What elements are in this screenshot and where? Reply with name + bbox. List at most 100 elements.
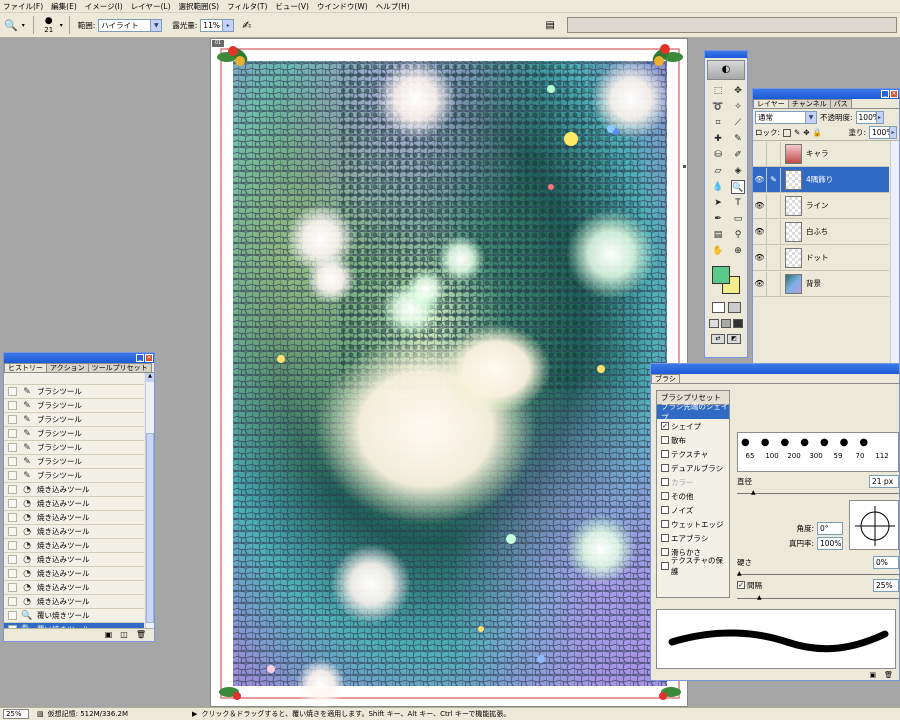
history-item[interactable]: ✎ ブラシツール [4,385,144,399]
history-item[interactable]: ◔ 焼き込みツール [4,581,144,595]
spacing-slider[interactable]: ▲ [737,592,899,601]
brush-option-checkbox[interactable] [661,492,669,500]
tab-history[interactable]: ヒストリー [4,363,47,372]
screen-mode-full-icon[interactable] [733,319,743,328]
screen-mode-standard-icon[interactable] [709,319,719,328]
hardness-slider[interactable]: ▲ [737,568,899,577]
history-item[interactable]: 🔍 覆い焼きツール [4,609,144,623]
brush-angle-widget[interactable] [849,500,899,550]
menu-item[interactable]: レイヤー(L) [131,1,171,12]
menu-item[interactable]: イメージ(I) [85,1,123,12]
history-state-checkbox[interactable] [8,527,17,536]
history-item[interactable]: ◔ 焼き込みツール [4,567,144,581]
info-arrow-icon[interactable]: ▶ [192,710,197,718]
brush-option[interactable]: デュアルブラシ [657,461,729,475]
brush-option[interactable]: テクスチャの保護 [657,556,729,576]
spacing-input[interactable]: 25% [873,578,899,592]
layers-scrollbar[interactable] [890,141,899,391]
eye-icon[interactable] [753,141,767,166]
dodge-tool-icon[interactable]: 🔍 [731,180,745,194]
history-item[interactable]: ◔ 焼き込みツール [4,483,144,497]
eye-icon[interactable]: 👁 [753,219,767,244]
brush-option[interactable]: その他 [657,489,729,503]
history-state-checkbox[interactable] [8,485,17,494]
quickmask-mode-icon[interactable] [727,302,741,313]
tab-history[interactable]: ツールプリセット [87,363,152,372]
menu-item[interactable]: 選択範囲(S) [179,1,220,12]
brush-option-checkbox[interactable] [661,450,669,458]
brush-option-checkbox[interactable] [661,436,669,444]
eraser-tool-icon[interactable]: ▱ [711,164,725,178]
history-state-checkbox[interactable] [8,457,17,466]
tab-history[interactable]: アクション [46,363,89,372]
close-icon[interactable]: × [145,354,153,362]
brush-option-checkbox[interactable] [661,534,669,542]
jump-to-imageready-icon[interactable]: ⇄ [711,334,725,344]
airbrush-icon[interactable]: ✍ [242,19,251,32]
link-icon[interactable] [767,193,781,218]
link-icon[interactable] [767,141,781,166]
shape-tool-icon[interactable]: ▭ [731,212,745,226]
file-browser-icon[interactable]: ▤ [546,20,555,31]
zoom-field[interactable]: 25% [3,709,29,719]
tools-titlebar[interactable] [705,51,747,58]
history-item[interactable]: ✎ ブラシツール [4,455,144,469]
canvas-resize-handle[interactable] [683,165,686,168]
tab-layers[interactable]: パス [829,99,852,108]
eyedropper-tool-icon[interactable]: ⚲ [731,228,745,242]
layers-titlebar[interactable]: _ × [753,89,899,99]
history-item[interactable]: ✎ ブラシツール [4,399,144,413]
angle-input[interactable]: 0° [817,521,843,535]
layer-row[interactable]: 👁 背景 [753,271,889,297]
history-item[interactable]: ◔ 焼き込みツール [4,511,144,525]
brush-option-checkbox[interactable] [661,520,669,528]
magic-wand-tool-icon[interactable]: ✧ [731,100,745,114]
history-state-checkbox[interactable] [8,429,17,438]
history-scrollbar[interactable]: ▲ [145,373,154,628]
history-item[interactable]: ◔ 焼き込みツール [4,595,144,609]
eye-icon[interactable]: 👁 [753,193,767,218]
history-item[interactable]: 🔍 覆い焼きツール [4,623,144,628]
hand-tool-icon[interactable]: ✋ [711,244,725,258]
diameter-slider[interactable]: ▲ [737,487,899,496]
paint-bucket-tool-icon[interactable]: ◈ [731,164,745,178]
history-state-checkbox[interactable] [8,499,17,508]
history-state-checkbox[interactable] [8,597,17,606]
history-state-checkbox[interactable] [8,401,17,410]
eye-icon[interactable]: 👁 [753,167,767,192]
slice-tool-icon[interactable]: ⟋ [731,116,745,130]
trash-icon[interactable]: 🗑 [136,630,146,639]
link-icon[interactable] [767,219,781,244]
history-item[interactable]: ✎ ブラシツール [4,441,144,455]
history-state-checkbox[interactable] [8,541,17,550]
new-brush-icon[interactable]: ▣ [869,671,876,679]
color-swatches[interactable] [710,264,742,298]
hardness-input[interactable]: 0% [873,555,899,569]
layer-row[interactable]: 👁 白ふち [753,219,889,245]
history-state-checkbox[interactable] [8,555,17,564]
brushes-titlebar[interactable] [651,364,899,374]
layer-row[interactable]: 👁 ライン [753,193,889,219]
layer-row[interactable]: キャラ [753,141,889,167]
brush-option[interactable]: ノイズ [657,503,729,517]
zoom-tool-icon[interactable]: ⊕ [731,244,745,258]
exposure-input[interactable]: 11% ▸ [200,18,235,32]
history-item[interactable]: ◔ 焼き込みツール [4,497,144,511]
marquee-tool-icon[interactable]: ⬚ [711,84,725,98]
blur-tool-icon[interactable]: 💧 [711,180,725,194]
link-icon[interactable] [767,245,781,270]
crop-tool-icon[interactable]: ⌗ [711,116,725,130]
menu-item[interactable]: ヘルプ(H) [376,1,410,12]
spacing-checkbox[interactable]: ✓ [737,581,745,589]
history-state-checkbox[interactable] [8,513,17,522]
brush-tips-grid[interactable]: ● ● ● ● ● ● ● 65 100 200 300 59 70 112 [737,432,899,472]
close-icon[interactable]: × [890,90,898,98]
brush-option[interactable]: テクスチャ [657,447,729,461]
brush-option-checkbox[interactable] [661,464,669,472]
lock-move-icon[interactable]: ✥ [803,128,809,137]
history-item[interactable]: ✎ ブラシツール [4,427,144,441]
menu-item[interactable]: ビュー(V) [275,1,308,12]
minimize-icon[interactable]: _ [881,90,889,98]
clone-stamp-tool-icon[interactable]: ⛁ [711,148,725,162]
history-titlebar[interactable]: _ × [4,353,154,363]
